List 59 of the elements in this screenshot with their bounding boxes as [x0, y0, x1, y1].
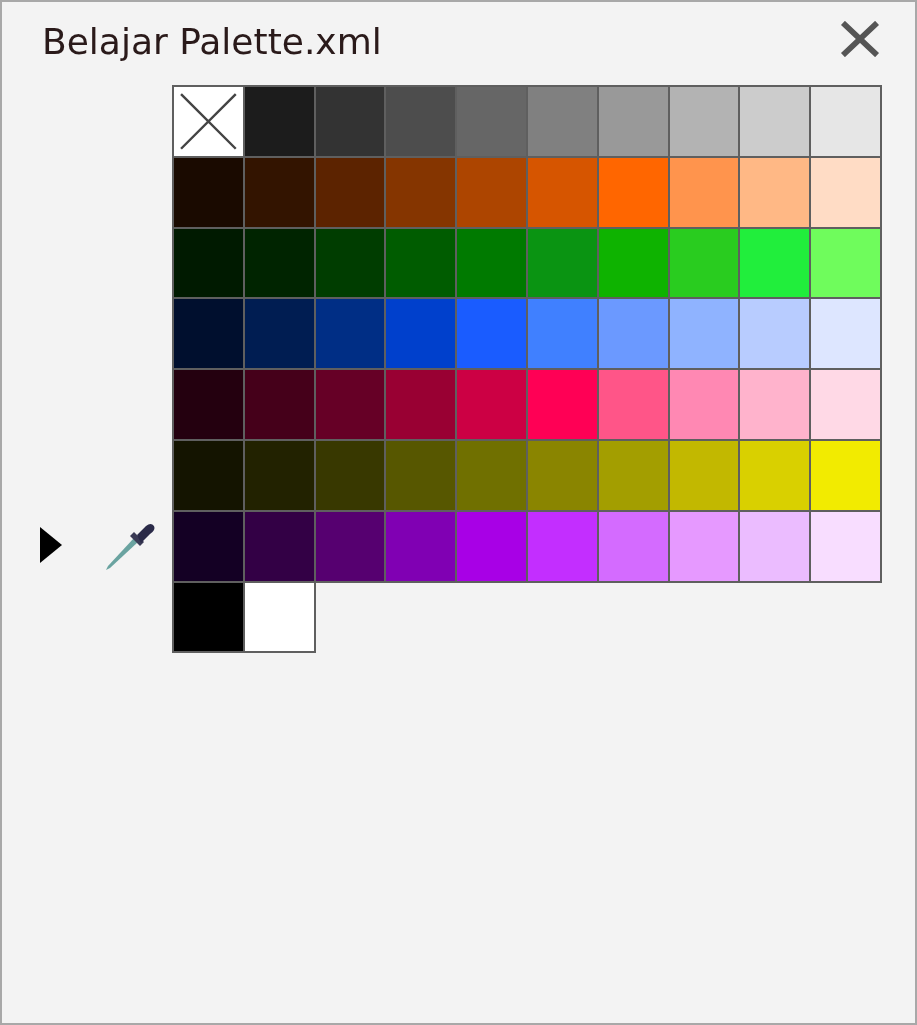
color-swatch[interactable]: [596, 85, 670, 158]
color-swatch[interactable]: [526, 85, 599, 158]
color-swatch[interactable]: [384, 155, 458, 229]
color-swatch[interactable]: [738, 509, 812, 583]
color-swatch[interactable]: [242, 85, 316, 158]
color-swatch[interactable]: [172, 368, 245, 441]
color-swatch[interactable]: [172, 297, 245, 371]
color-swatch[interactable]: [526, 509, 599, 583]
color-swatch[interactable]: [313, 509, 387, 583]
color-swatch[interactable]: [242, 580, 316, 654]
close-icon[interactable]: [839, 20, 881, 57]
color-swatch[interactable]: [313, 368, 387, 441]
color-swatch[interactable]: [313, 85, 387, 158]
color-swatch[interactable]: [667, 297, 741, 371]
color-swatch[interactable]: [596, 297, 670, 371]
color-swatch[interactable]: [667, 368, 741, 441]
color-swatch[interactable]: [455, 368, 528, 441]
color-swatch[interactable]: [384, 297, 458, 371]
color-swatch[interactable]: [809, 439, 882, 512]
color-swatch[interactable]: [526, 297, 599, 371]
color-swatch[interactable]: [455, 85, 528, 158]
color-swatch[interactable]: [738, 85, 812, 158]
color-swatch[interactable]: [596, 368, 670, 441]
color-swatch[interactable]: [172, 439, 245, 512]
color-swatch[interactable]: [809, 509, 882, 583]
color-swatch[interactable]: [809, 297, 882, 371]
color-swatch[interactable]: [667, 509, 741, 583]
color-swatch[interactable]: [596, 509, 670, 583]
color-swatch[interactable]: [242, 297, 316, 371]
color-swatch[interactable]: [242, 368, 316, 441]
color-swatch[interactable]: [384, 85, 458, 158]
color-swatch[interactable]: [809, 368, 882, 441]
color-swatch[interactable]: [172, 580, 245, 654]
color-swatch[interactable]: [313, 297, 387, 371]
expand-arrow-icon[interactable]: [40, 527, 62, 563]
color-swatch[interactable]: [809, 226, 882, 300]
color-swatch[interactable]: [738, 439, 812, 512]
color-swatch[interactable]: [738, 297, 812, 371]
color-swatch[interactable]: [384, 439, 458, 512]
color-swatch[interactable]: [738, 226, 812, 300]
color-swatch[interactable]: [384, 368, 458, 441]
panel-title: Belajar Palette.xml: [42, 23, 382, 60]
color-swatch[interactable]: [455, 509, 528, 583]
color-swatch[interactable]: [809, 155, 882, 229]
color-swatch[interactable]: [667, 85, 741, 158]
color-swatch[interactable]: [455, 439, 528, 512]
no-color-swatch[interactable]: [172, 85, 245, 158]
color-swatch[interactable]: [738, 155, 812, 229]
color-swatch[interactable]: [809, 85, 882, 158]
color-swatch[interactable]: [526, 368, 599, 441]
color-swatch[interactable]: [384, 226, 458, 300]
color-swatch[interactable]: [172, 509, 245, 583]
color-swatch[interactable]: [455, 155, 528, 229]
color-swatch[interactable]: [455, 297, 528, 371]
color-swatch[interactable]: [172, 155, 245, 229]
color-swatch[interactable]: [455, 226, 528, 300]
color-swatch[interactable]: [738, 368, 812, 441]
color-swatch[interactable]: [172, 226, 245, 300]
color-swatch[interactable]: [384, 509, 458, 583]
